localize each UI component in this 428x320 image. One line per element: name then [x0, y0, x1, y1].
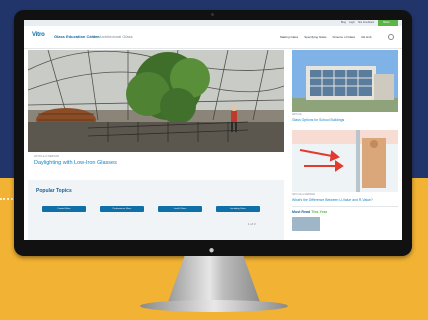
site-subtitle: Vitro Architectural Glass — [90, 34, 133, 39]
card1-kicker: ARTICLE — [292, 114, 302, 116]
card1-title[interactable]: Glass Options for School Buildings — [292, 118, 344, 122]
topic-pill[interactable]: Low-E Glass — [158, 206, 202, 212]
vitro-logo[interactable]: Vitro — [32, 32, 45, 38]
nav-science-of-glass[interactable]: Science of Glass — [333, 35, 356, 39]
site-header: Vitro Glass Education Center Vitro Archi… — [24, 26, 402, 49]
popular-topics-title: Popular Topics — [36, 188, 72, 194]
most-read-main: Most Read — [292, 210, 311, 214]
most-read-thumbnail[interactable] — [292, 217, 320, 231]
monitor-foot — [140, 300, 288, 312]
search-icon[interactable] — [388, 34, 394, 40]
card2-title[interactable]: What's the Difference Between U-Value an… — [292, 198, 398, 202]
topic-pill[interactable]: Coated Glass — [42, 206, 86, 212]
most-read-label: Most Read This Year — [292, 210, 327, 214]
utility-link-blog[interactable]: Blog — [341, 21, 346, 24]
popular-topics: Popular Topics Coated Glass Performance … — [28, 180, 284, 240]
topic-pill[interactable]: Performance Glass — [100, 206, 144, 212]
nav-specifying-glass[interactable]: Specifying Glass — [304, 35, 326, 39]
u-value-thumbnail[interactable] — [292, 130, 398, 192]
topic-pill[interactable]: Insulating Glass — [216, 206, 260, 212]
nav-making-glass[interactable]: Making Glass — [280, 35, 298, 39]
diagram-illustration — [292, 130, 398, 192]
nav-ce-hub[interactable]: CE Hub — [361, 35, 372, 39]
screen: Blog Login Site Feedback Share Vitro Gla… — [24, 20, 402, 240]
share-label: Share — [383, 21, 390, 24]
hero-kicker: ARTICLE & WEBINAR — [34, 155, 60, 158]
most-read: Most Read This Year — [292, 206, 398, 237]
hero-image[interactable] — [28, 50, 284, 152]
main-nav: Making Glass Specifying Glass Science of… — [280, 35, 372, 39]
pagination[interactable]: 1 of 3 — [248, 222, 256, 226]
utility-link-feedback[interactable]: Site Feedback — [358, 21, 374, 24]
card2-kicker: ARTICLE & WEBINAR — [292, 194, 316, 196]
apple-icon: ● — [208, 245, 215, 256]
most-read-accent: This Year — [311, 210, 328, 214]
utility-link-login[interactable]: Login — [349, 21, 355, 24]
monitor: Blog Login Site Feedback Share Vitro Gla… — [14, 10, 412, 256]
camera — [211, 13, 214, 16]
hero-illustration — [28, 50, 284, 152]
building-illustration — [292, 50, 398, 112]
hero-title[interactable]: Daylighting with Low-Iron Glasses — [34, 160, 117, 166]
school-building-thumbnail[interactable] — [292, 50, 398, 112]
utility-links: Blog Login Site Feedback — [341, 21, 374, 24]
